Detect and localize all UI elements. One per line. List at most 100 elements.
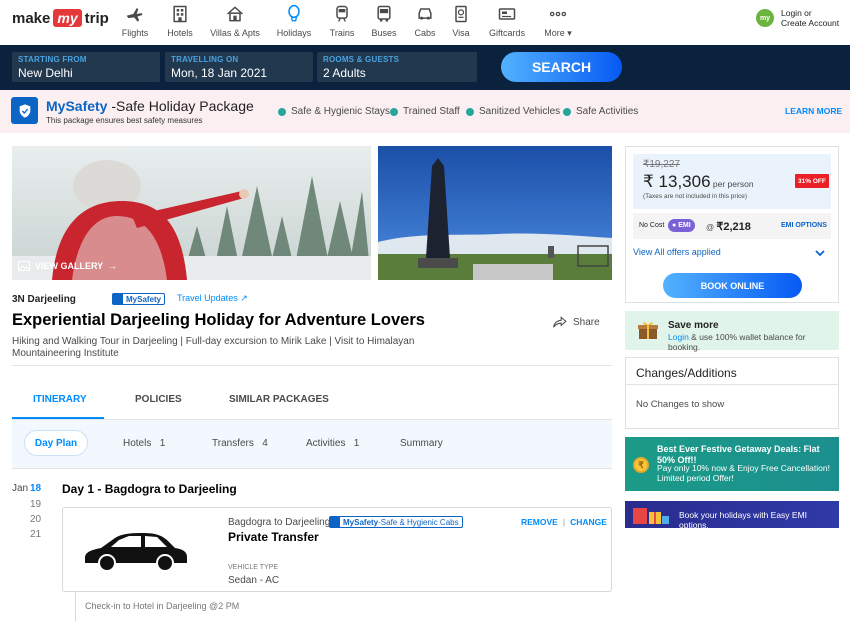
view-gallery-button[interactable]: VIEW GALLERY →	[18, 261, 117, 271]
nav-label: Hotels	[167, 28, 193, 38]
nav-flights[interactable]: Flights	[118, 2, 152, 42]
makemytrip-logo[interactable]: make my trip	[12, 6, 109, 30]
learn-more-link[interactable]: LEARN MORE	[785, 106, 842, 116]
secondary-photo[interactable]	[378, 146, 612, 280]
login-link[interactable]: Login	[668, 332, 689, 342]
search-bar: STARTING FROM New Delhi TRAVELLING ON Mo…	[0, 45, 850, 90]
main-photo[interactable]	[12, 146, 371, 280]
nav-label: Buses	[371, 28, 397, 38]
divider	[12, 468, 612, 469]
mysafety-cab-badge: MySafety -Safe & Hygienic Cabs	[329, 516, 463, 528]
day-month: Jan	[12, 483, 29, 494]
remove-button[interactable]: REMOVE	[521, 517, 558, 527]
save-more-title: Save more	[668, 320, 719, 331]
vehicle-type-value: Sedan - AC	[228, 575, 280, 586]
nav-trains[interactable]: Trains	[327, 2, 357, 42]
divider	[12, 365, 612, 366]
emi-banner[interactable]: Book your holidays with Easy EMI options…	[625, 501, 839, 530]
festive-deal-banner[interactable]: ₹ Best Ever Festive Getaway Deals: Flat …	[625, 437, 839, 491]
nav-villas[interactable]: Villas & Apts	[208, 2, 262, 42]
tab-policies[interactable]: POLICIES	[135, 394, 182, 405]
arrow-right-icon: →	[108, 261, 118, 271]
check-icon	[278, 107, 286, 116]
nav-holidays[interactable]: Holidays	[274, 2, 314, 42]
starting-from-field[interactable]: STARTING FROM New Delhi	[12, 52, 160, 82]
dots-icon	[549, 11, 567, 17]
travelling-on-field[interactable]: TRAVELLING ON Mon, 18 Jan 2021	[165, 52, 313, 82]
original-price: ₹19,227	[643, 159, 680, 170]
subtab-transfers[interactable]: Transfers 4	[212, 438, 268, 449]
day-item[interactable]: 20	[30, 514, 41, 525]
plane-icon	[126, 8, 143, 22]
itinerary-subtabs: Day Plan Hotels 1 Transfers 4 Activities…	[12, 420, 612, 468]
safety-point: Safe Activities	[563, 106, 638, 117]
separator: |	[562, 517, 566, 527]
emi-options-link[interactable]: EMI OPTIONS	[781, 222, 827, 229]
day-item[interactable]: 19	[30, 499, 41, 510]
nav-label: Trains	[329, 28, 355, 38]
timeline-line	[75, 592, 76, 621]
travel-updates-link[interactable]: Travel Updates ↗	[177, 293, 248, 304]
share-button[interactable]: Share	[553, 316, 600, 328]
bus-icon	[377, 5, 391, 22]
subtab-summary[interactable]: Summary	[400, 438, 443, 449]
external-link-icon: ↗	[240, 293, 248, 303]
book-online-button[interactable]: BOOK ONLINE	[663, 273, 802, 298]
search-button[interactable]: SEARCH	[501, 52, 622, 82]
changes-desc: No Changes to show	[636, 399, 725, 410]
house-icon	[227, 6, 243, 22]
subtab-hotels[interactable]: Hotels 1	[123, 438, 165, 449]
transfer-title: Private Transfer	[228, 530, 319, 544]
emi-banner-text: Book your holidays with Easy EMI options…	[679, 510, 808, 530]
transfer-route: Bagdogra to Darjeeling	[228, 517, 331, 528]
safety-point: Trained Staff	[390, 106, 460, 117]
wallet-gift-icon	[638, 322, 658, 339]
subtab-day-plan[interactable]: Day Plan	[24, 430, 88, 456]
day-item[interactable]: 18	[30, 483, 41, 494]
rooms-guests-field[interactable]: ROOMS & GUESTS 2 Adults	[317, 52, 477, 82]
passport-icon	[455, 5, 467, 23]
shield-icon	[113, 294, 123, 304]
save-more-desc: Login & use 100% wallet balance for book…	[668, 332, 806, 352]
transfer-card: Bagdogra to Darjeeling MySafety -Safe & …	[62, 507, 612, 592]
login-text: Login or Create Account	[781, 8, 840, 28]
view-offers-link[interactable]: View All offers applied	[633, 247, 721, 257]
price-card: ₹19,227 ₹ 13,306 per person (Taxes are n…	[625, 146, 839, 303]
current-price: ₹ 13,306 per person	[643, 172, 754, 191]
nav-giftcards[interactable]: Giftcards	[487, 2, 527, 42]
checkin-note: Check-in to Hotel in Darjeeling @2 PM	[85, 601, 240, 611]
no-cost-label: No Cost	[639, 222, 665, 229]
chevron-down-icon: ▾	[567, 28, 572, 38]
nav-buses[interactable]: Buses	[369, 2, 399, 42]
nav-label: Cabs	[414, 28, 436, 38]
subtab-activities[interactable]: Activities 1	[306, 438, 359, 449]
package-duration: 3N Darjeeling	[12, 294, 76, 305]
package-description: Hiking and Walking Tour in Darjeeling | …	[12, 336, 415, 359]
check-icon	[563, 107, 571, 116]
nav-visa[interactable]: Visa	[446, 2, 476, 42]
chevron-down-icon[interactable]	[815, 250, 825, 257]
nav-label: Holidays	[276, 28, 312, 38]
mysafety-subtitle: This package ensures best safety measure…	[46, 116, 203, 125]
shield-icon	[11, 97, 38, 124]
giftcard-icon	[498, 8, 516, 20]
login-button[interactable]: my Login or Create Account	[756, 8, 839, 28]
tab-itinerary[interactable]: ITINERARY	[33, 394, 87, 405]
nav-hotels[interactable]: Hotels	[163, 2, 197, 42]
save-more-card: Save more Login & use 100% wallet balanc…	[625, 311, 839, 352]
price-summary: ₹19,227 ₹ 13,306 per person (Taxes are n…	[633, 154, 831, 209]
day-item[interactable]: 21	[30, 529, 41, 540]
festive-desc: Pay only 10% now & Enjoy Free Cancellati…	[657, 463, 830, 483]
discount-badge: 31% OFF	[795, 174, 829, 188]
nav-more[interactable]: More ▾	[540, 2, 576, 42]
change-button[interactable]: CHANGE	[570, 517, 607, 527]
avatar: my	[756, 9, 774, 27]
shield-icon	[330, 517, 340, 527]
nav-cabs[interactable]: Cabs	[410, 2, 440, 42]
divider	[626, 384, 838, 385]
safety-point: Sanitized Vehicles	[466, 106, 560, 117]
tab-similar-packages[interactable]: SIMILAR PACKAGES	[229, 394, 329, 405]
nav-label: Flights	[121, 28, 149, 38]
safety-point: Safe & Hygienic Stays	[278, 106, 390, 117]
rupee-coin-icon: ₹	[633, 457, 649, 473]
